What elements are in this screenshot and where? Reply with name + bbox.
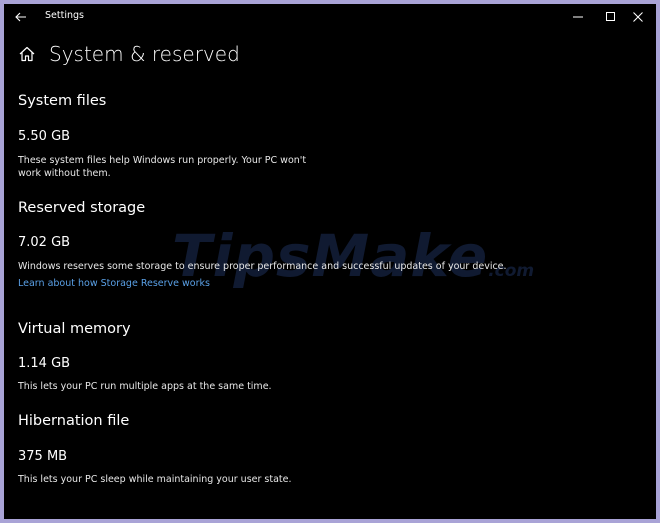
storage-reserve-link[interactable]: Learn about how Storage Reserve works: [18, 278, 210, 289]
close-button[interactable]: [620, 4, 656, 30]
virtual-memory-size: 1.14 GB: [18, 356, 71, 371]
title-bar: Settings: [4, 4, 656, 32]
reserved-storage-title: Reserved storage: [18, 200, 146, 216]
minimize-button[interactable]: [560, 4, 596, 30]
watermark: TipsMake.com: [172, 222, 534, 290]
back-arrow-icon: [15, 12, 26, 22]
back-button[interactable]: [10, 6, 32, 28]
home-icon[interactable]: [18, 45, 36, 63]
settings-window: Settings System & reserved TipsMake.com …: [0, 0, 660, 523]
virtual-memory-title: Virtual memory: [18, 321, 131, 337]
window-title: Settings: [45, 10, 84, 21]
hibernation-file-size: 375 MB: [18, 449, 68, 464]
system-files-size: 5.50 GB: [18, 129, 71, 144]
page-header: System & reserved: [18, 42, 240, 66]
system-files-description: These system files help Windows run prop…: [18, 155, 307, 179]
page-title: System & reserved: [49, 42, 240, 66]
system-files-title: System files: [18, 93, 107, 109]
hibernation-file-title: Hibernation file: [18, 413, 130, 429]
reserved-storage-size: 7.02 GB: [18, 235, 71, 250]
minimize-icon: [573, 16, 583, 18]
virtual-memory-description: This lets your PC run multiple apps at t…: [18, 381, 272, 392]
hibernation-file-description: This lets your PC sleep while maintainin…: [18, 474, 292, 485]
close-icon: [633, 12, 643, 22]
maximize-icon: [606, 12, 615, 21]
reserved-storage-description: Windows reserves some storage to ensure …: [18, 261, 507, 272]
watermark-text: TipsMake: [172, 222, 489, 290]
